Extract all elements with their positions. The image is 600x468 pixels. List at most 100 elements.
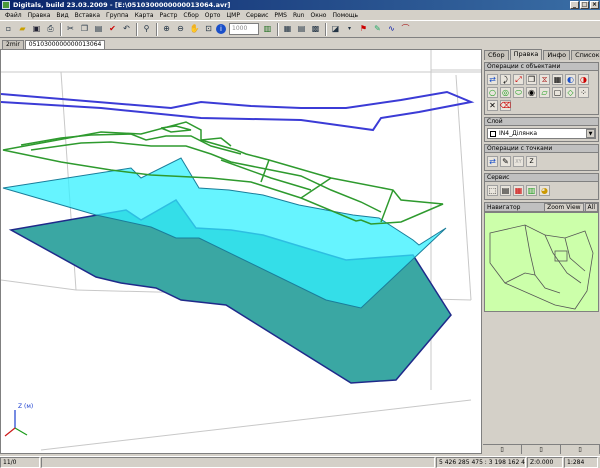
bottom-button-3[interactable]: ▯ — [561, 445, 600, 454]
menu-ortho[interactable]: Орто — [202, 12, 224, 19]
tab-list[interactable]: Список — [571, 50, 600, 60]
status-coordinates: 5 426 285 475 : 3 198 162 484 — [436, 457, 526, 468]
circle-icon[interactable]: ○ — [487, 87, 498, 98]
toolbar-separator — [277, 22, 279, 36]
ellipse-icon[interactable]: ⬭ — [513, 87, 524, 98]
point-operations-group: Операции с точками ⇄ ✎ XY Z — [484, 144, 599, 171]
save-icon[interactable]: ▣ — [30, 23, 43, 36]
polygon-icon[interactable]: ▱ — [539, 87, 550, 98]
info-icon[interactable]: i — [216, 24, 226, 34]
cross-icon[interactable]: ✕ — [487, 100, 498, 111]
zoom-field[interactable]: 1000 — [229, 23, 259, 35]
xy-button[interactable]: XY — [513, 156, 524, 167]
menu-dem[interactable]: ЦМР — [223, 12, 242, 19]
chart-icon[interactable]: ▥ — [526, 185, 537, 196]
blue-outline — [1, 90, 475, 132]
menu-run[interactable]: Run — [290, 12, 308, 19]
chevron-down-icon[interactable]: ▾ — [343, 23, 356, 36]
frame-icon[interactable]: ▢ — [552, 87, 563, 98]
menu-window[interactable]: Окно — [308, 12, 330, 19]
3d-viewport[interactable]: Z (м) — [0, 49, 482, 454]
panel-tabs: Сбор Правка Инфо Список — [483, 49, 600, 60]
close-button[interactable]: × — [590, 1, 599, 9]
layers-icon[interactable]: ▥ — [261, 23, 274, 36]
chevron-down-icon[interactable]: ▼ — [586, 129, 595, 138]
menu-service[interactable]: Сервис — [243, 12, 271, 19]
scale-icon[interactable]: ⤢ — [513, 74, 524, 85]
edit-tool-icon[interactable]: ✎ — [371, 23, 384, 36]
cut-icon[interactable]: ✂ — [64, 23, 77, 36]
minimize-button[interactable]: _ — [570, 1, 579, 9]
bottom-button-1[interactable]: ▯ — [483, 445, 522, 454]
bottom-button-2[interactable]: ▯ — [522, 445, 561, 454]
menu-group[interactable]: Группа — [103, 12, 132, 19]
paste-icon[interactable]: ▤ — [92, 23, 105, 36]
menu-edit[interactable]: Правка — [25, 12, 54, 19]
join-icon[interactable]: ◑ — [578, 74, 589, 85]
status-blank — [41, 457, 435, 468]
point-operations-header: Операции с точками — [485, 145, 598, 153]
menu-view[interactable]: Вид — [53, 12, 71, 19]
move-icon[interactable]: ⇄ — [487, 74, 498, 85]
wave-icon[interactable]: ∿ — [385, 23, 398, 36]
print-icon[interactable]: ⎙ — [44, 23, 57, 36]
pin-icon[interactable]: ⚲ — [140, 23, 153, 36]
split-icon[interactable]: ◐ — [565, 74, 576, 85]
new-file-icon[interactable]: ▫ — [2, 23, 15, 36]
erase-icon[interactable]: ⌫ — [500, 100, 511, 111]
grid-icon[interactable]: ▦ — [281, 23, 294, 36]
stack-icon[interactable]: ▤ — [500, 185, 511, 196]
zoom-view-button[interactable]: Zoom View — [544, 202, 584, 212]
target-icon[interactable]: ◉ — [526, 87, 537, 98]
menu-collect[interactable]: Сбор — [180, 12, 201, 19]
menu-help[interactable]: Помощь — [329, 12, 361, 19]
copy-object-icon[interactable]: ❐ — [526, 74, 537, 85]
table-icon[interactable]: ▤ — [295, 23, 308, 36]
delete-object-icon[interactable]: ▦ — [552, 74, 563, 85]
axis-indicator: Z (м) — [4, 403, 33, 437]
curve-icon[interactable]: ⌒ — [399, 23, 412, 36]
pan-hand-icon[interactable]: ✋ — [188, 23, 201, 36]
ring-icon[interactable]: ◎ — [500, 87, 511, 98]
rotate-icon[interactable]: ⤸ — [500, 74, 511, 85]
node-icon[interactable]: ◇ — [565, 87, 576, 98]
open-folder-icon[interactable]: ▰ — [16, 23, 29, 36]
panel-bottom-bar: ▯ ▯ ▯ — [483, 444, 600, 454]
layer-select[interactable]: IN4_Ділянка ▼ — [487, 128, 596, 139]
undo-icon[interactable]: ↶ — [120, 23, 133, 36]
color-grid-icon[interactable]: ▦ — [513, 185, 524, 196]
palette-icon[interactable]: ◕ — [539, 185, 550, 196]
copy-icon[interactable]: ❐ — [78, 23, 91, 36]
zoom-in-icon[interactable]: ⊕ — [160, 23, 173, 36]
tab-collect[interactable]: Сбор — [484, 50, 509, 60]
calendar-icon[interactable]: ▩ — [309, 23, 322, 36]
status-z: Z:0.000 — [527, 457, 563, 468]
tab-document[interactable]: 0510300000000013064 — [24, 40, 106, 49]
tab-2mir[interactable]: 2mir — [2, 40, 24, 49]
menu-raster[interactable]: Растр — [157, 12, 181, 19]
zoom-window-icon[interactable]: ⊡ — [202, 23, 215, 36]
move-point-icon[interactable]: ⇄ — [487, 156, 498, 167]
menu-file[interactable]: Файл — [2, 12, 25, 19]
z-button[interactable]: Z — [526, 156, 537, 167]
layer-header: Слой — [485, 118, 598, 126]
tab-edit[interactable]: Правка — [509, 49, 543, 60]
navigator-map[interactable] — [484, 212, 599, 312]
all-button[interactable]: All — [584, 202, 598, 212]
check-icon[interactable]: ✔ — [106, 23, 119, 36]
edit-point-icon[interactable]: ✎ — [500, 156, 511, 167]
menu-insert[interactable]: Вставка — [72, 12, 103, 19]
traffic-light-icon[interactable]: ⚑ — [357, 23, 370, 36]
mirror-icon[interactable]: ⧖ — [539, 74, 550, 85]
menu-map[interactable]: Карта — [132, 12, 157, 19]
main-toolbar: ▫ ▰ ▣ ⎙ ✂ ❐ ▤ ✔ ↶ ⚲ ⊕ ⊖ ✋ ⊡ i 1000 ▥ ▦ ▤… — [0, 20, 600, 38]
maximize-button[interactable]: □ — [580, 1, 589, 9]
dropdown-tool-icon[interactable]: ◪ — [329, 23, 342, 36]
cube-icon[interactable]: ⬚ — [487, 185, 498, 196]
window-title: Digitals, build 23.03.2009 - [E:\0510300… — [13, 1, 231, 9]
grid-points-icon[interactable]: ⁘ — [578, 87, 589, 98]
tab-info[interactable]: Инфо — [543, 50, 571, 60]
zoom-out-icon[interactable]: ⊖ — [174, 23, 187, 36]
app-window: Digitals, build 23.03.2009 - [E:\0510300… — [0, 0, 600, 468]
menu-pms[interactable]: PMS — [271, 12, 290, 19]
